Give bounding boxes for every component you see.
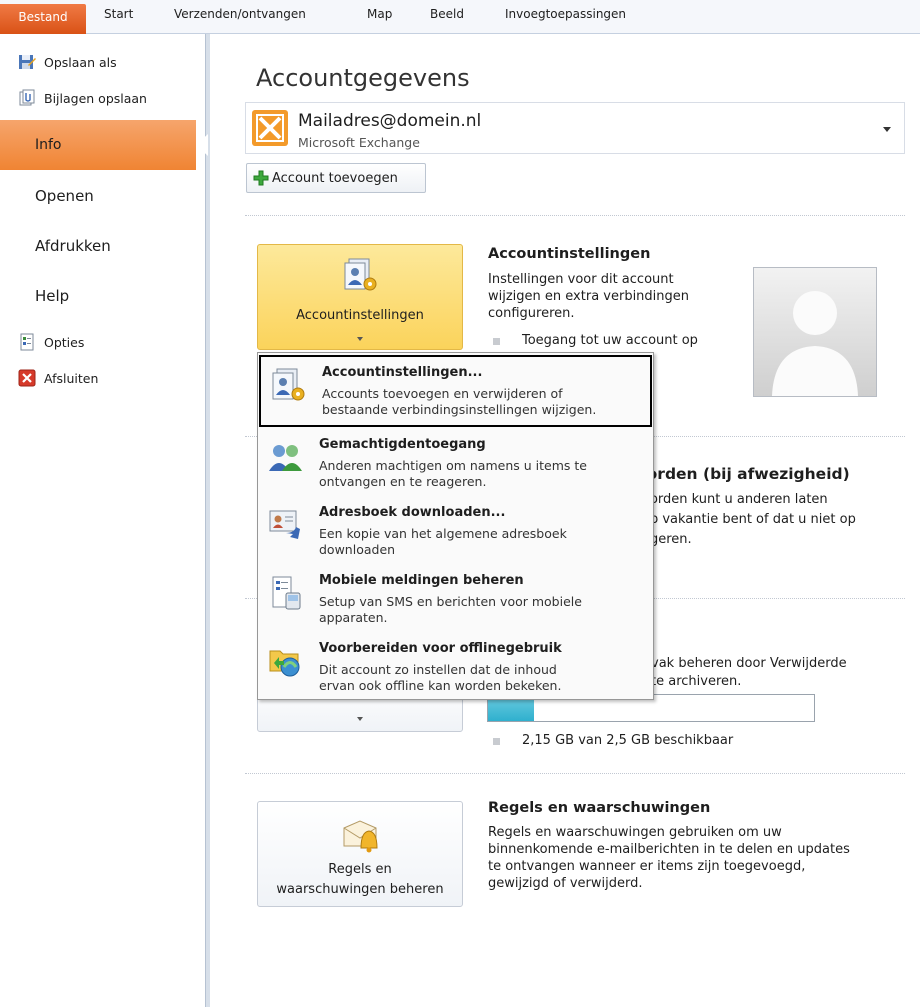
nav-save-attachments[interactable]: Bijlagen opslaan (18, 87, 147, 109)
backstage-nav (0, 34, 210, 1007)
rules-title: Regels en waarschuwingen (488, 800, 711, 816)
add-account-button[interactable]: Account toevoegen (246, 163, 426, 193)
page-title: Accountgegevens (256, 64, 470, 92)
nav-divider (205, 34, 206, 1007)
auto-reply-title: oorden (bij afwezigheid) (636, 465, 850, 483)
tab-addins[interactable]: Invoegtoepassingen (505, 7, 626, 21)
menu-item-title: Gemachtigdentoegang (319, 437, 486, 452)
account-settings-icon (271, 367, 307, 403)
account-settings-text-1: Instellingen voor dit account (488, 272, 674, 287)
address-book-download-icon (268, 507, 304, 543)
menu-item-mobile-alerts[interactable]: Mobiele meldingen beheren Setup van SMS … (258, 565, 653, 633)
nav-options-label: Opties (44, 334, 85, 350)
menu-item-download-address-book[interactable]: Adresboek downloaden... Een kopie van he… (258, 497, 653, 565)
bullet (493, 338, 500, 345)
plus-icon (253, 170, 269, 186)
nav-open[interactable]: Openen (35, 187, 94, 205)
nav-save-as-label: Opslaan als (44, 54, 117, 70)
tab-view[interactable]: Beeld (430, 7, 464, 21)
divider (245, 215, 905, 216)
dropdown-arrow-icon (357, 337, 363, 341)
chevron-down-icon[interactable] (883, 127, 891, 132)
rules-bell-icon (341, 818, 381, 854)
rules-text-2: binnenkomende e-mailberichten in te dele… (488, 842, 850, 857)
menu-item-desc-2: downloaden (319, 542, 396, 557)
menu-item-desc-1: Dit account zo instellen dat de inhoud (319, 662, 557, 677)
menu-item-title: Voorbereiden voor offlinegebruik (319, 641, 562, 656)
menu-item-offline[interactable]: Voorbereiden voor offlinegebruik Dit acc… (258, 633, 653, 701)
attachments-icon (18, 89, 36, 107)
nav-exit-label: Afsluiten (44, 370, 99, 386)
rules-alerts-button[interactable]: Regels en waarschuwingen beheren (257, 801, 463, 907)
nav-exit[interactable]: Afsluiten (18, 367, 98, 389)
menu-item-desc-1: Een kopie van het algemene adresboek (319, 526, 567, 541)
nav-save-attachments-label: Bijlagen opslaan (44, 90, 147, 106)
menu-item-desc-1: Setup van SMS en berichten voor mobiele (319, 594, 582, 609)
options-icon (18, 333, 36, 351)
menu-item-account-settings[interactable]: Accountinstellingen... Accounts toevoege… (259, 355, 652, 427)
rules-text-1: Regels en waarschuwingen gebruiken om uw (488, 825, 782, 840)
menu-item-desc-1: Anderen machtigen om namens u items te (319, 458, 587, 473)
tab-file[interactable]: Bestand (0, 4, 86, 34)
bullet (493, 738, 500, 745)
close-icon (18, 369, 36, 387)
account-settings-text-3: configureren. (488, 306, 575, 321)
menu-item-desc-2: ontvangen en te reageren. (319, 474, 487, 489)
menu-item-desc-2: ervan ook offline kan worden bekeken. (319, 678, 562, 693)
menu-item-desc-1: Accounts toevoegen en verwijderen of (322, 386, 563, 401)
menu-item-desc-2: bestaande verbindingsinstellingen wijzig… (322, 402, 597, 417)
menu-item-desc-2: apparaten. (319, 610, 388, 625)
nav-help[interactable]: Help (35, 287, 69, 305)
tab-folder[interactable]: Map (367, 7, 392, 21)
nav-options[interactable]: Opties (18, 331, 84, 353)
mobile-alerts-icon (268, 575, 304, 611)
menu-item-delegate-access[interactable]: Gemachtigdentoegang Anderen machtigen om… (258, 429, 653, 497)
account-settings-button-label: Accountinstellingen (296, 308, 424, 323)
offline-sync-icon (268, 643, 304, 679)
nav-print[interactable]: Afdrukken (35, 237, 111, 255)
avatar (753, 267, 877, 397)
nav-info-label: Info (35, 137, 62, 153)
account-settings-icon (343, 257, 379, 293)
mailbox-text-2: te archiveren. (651, 674, 742, 689)
auto-reply-text-1: oorden kunt u anderen laten (642, 492, 828, 507)
dropdown-arrow-icon (357, 717, 363, 721)
nav-info-selected[interactable] (0, 120, 196, 170)
rules-button-label-2: waarschuwingen beheren (276, 882, 444, 897)
rules-text-3: te ontvangen wanneer er items zijn toege… (488, 859, 806, 874)
account-email: Mailadres@domein.nl (298, 111, 482, 131)
tab-start[interactable]: Start (104, 7, 133, 21)
rules-button-label-1: Regels en (328, 862, 392, 877)
account-access-bullet: Toegang tot uw account op (522, 333, 698, 348)
divider (245, 773, 905, 774)
menu-item-title: Adresboek downloaden... (319, 505, 506, 520)
tab-send-receive[interactable]: Verzenden/ontvangen (174, 7, 306, 21)
rules-text-4: gewijzigd of verwijderd. (488, 876, 643, 891)
account-type: Microsoft Exchange (298, 135, 420, 150)
account-settings-title: Accountinstellingen (488, 246, 651, 262)
nav-save-as[interactable]: Opslaan als (18, 51, 117, 73)
account-settings-button[interactable]: Accountinstellingen (257, 244, 463, 350)
mailbox-usage-text: 2,15 GB van 2,5 GB beschikbaar (522, 733, 734, 748)
auto-reply-text-2: op vakantie bent of dat u niet op (642, 512, 856, 527)
account-settings-text-2: wijzigen en extra verbindingen (488, 289, 690, 304)
delegate-users-icon (268, 439, 304, 475)
save-as-icon (18, 53, 36, 71)
mailbox-text-1: vak beheren door Verwijderde (651, 656, 847, 671)
menu-item-title: Accountinstellingen... (322, 365, 483, 380)
add-account-label: Account toevoegen (272, 170, 398, 186)
account-settings-menu: Accountinstellingen... Accounts toevoege… (257, 352, 654, 700)
menu-item-title: Mobiele meldingen beheren (319, 573, 524, 588)
nav-selection-pointer (196, 134, 208, 156)
exchange-icon (251, 109, 289, 147)
